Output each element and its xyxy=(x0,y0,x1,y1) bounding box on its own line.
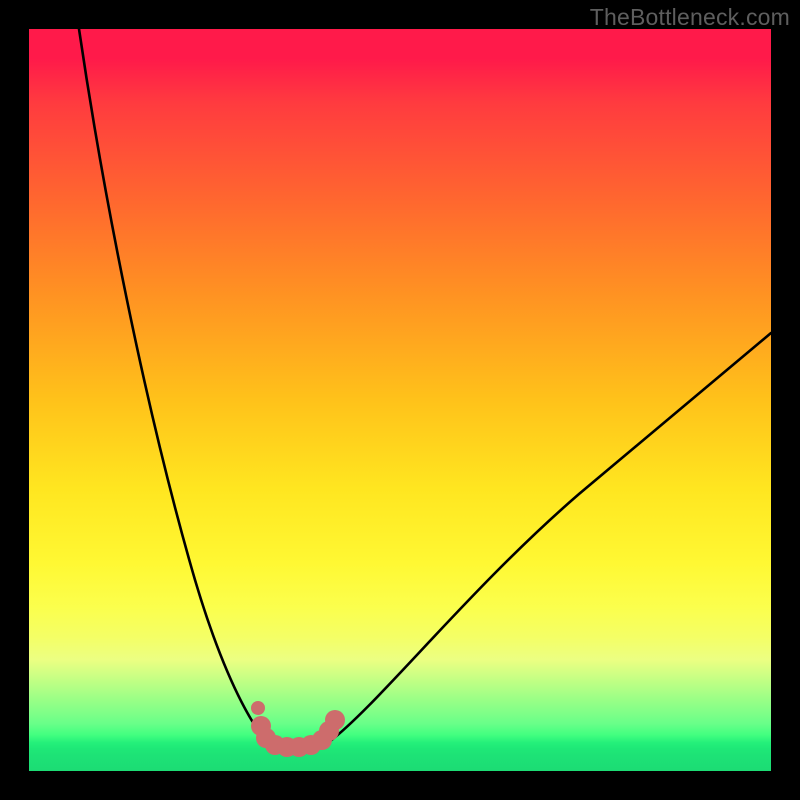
right-branch-curve xyxy=(329,333,771,742)
chart-frame: TheBottleneck.com xyxy=(0,0,800,800)
chart-svg xyxy=(29,29,771,771)
highlighted-points xyxy=(251,701,345,757)
left-branch-curve xyxy=(79,29,265,740)
plot-area xyxy=(29,29,771,771)
watermark-text: TheBottleneck.com xyxy=(590,4,790,31)
